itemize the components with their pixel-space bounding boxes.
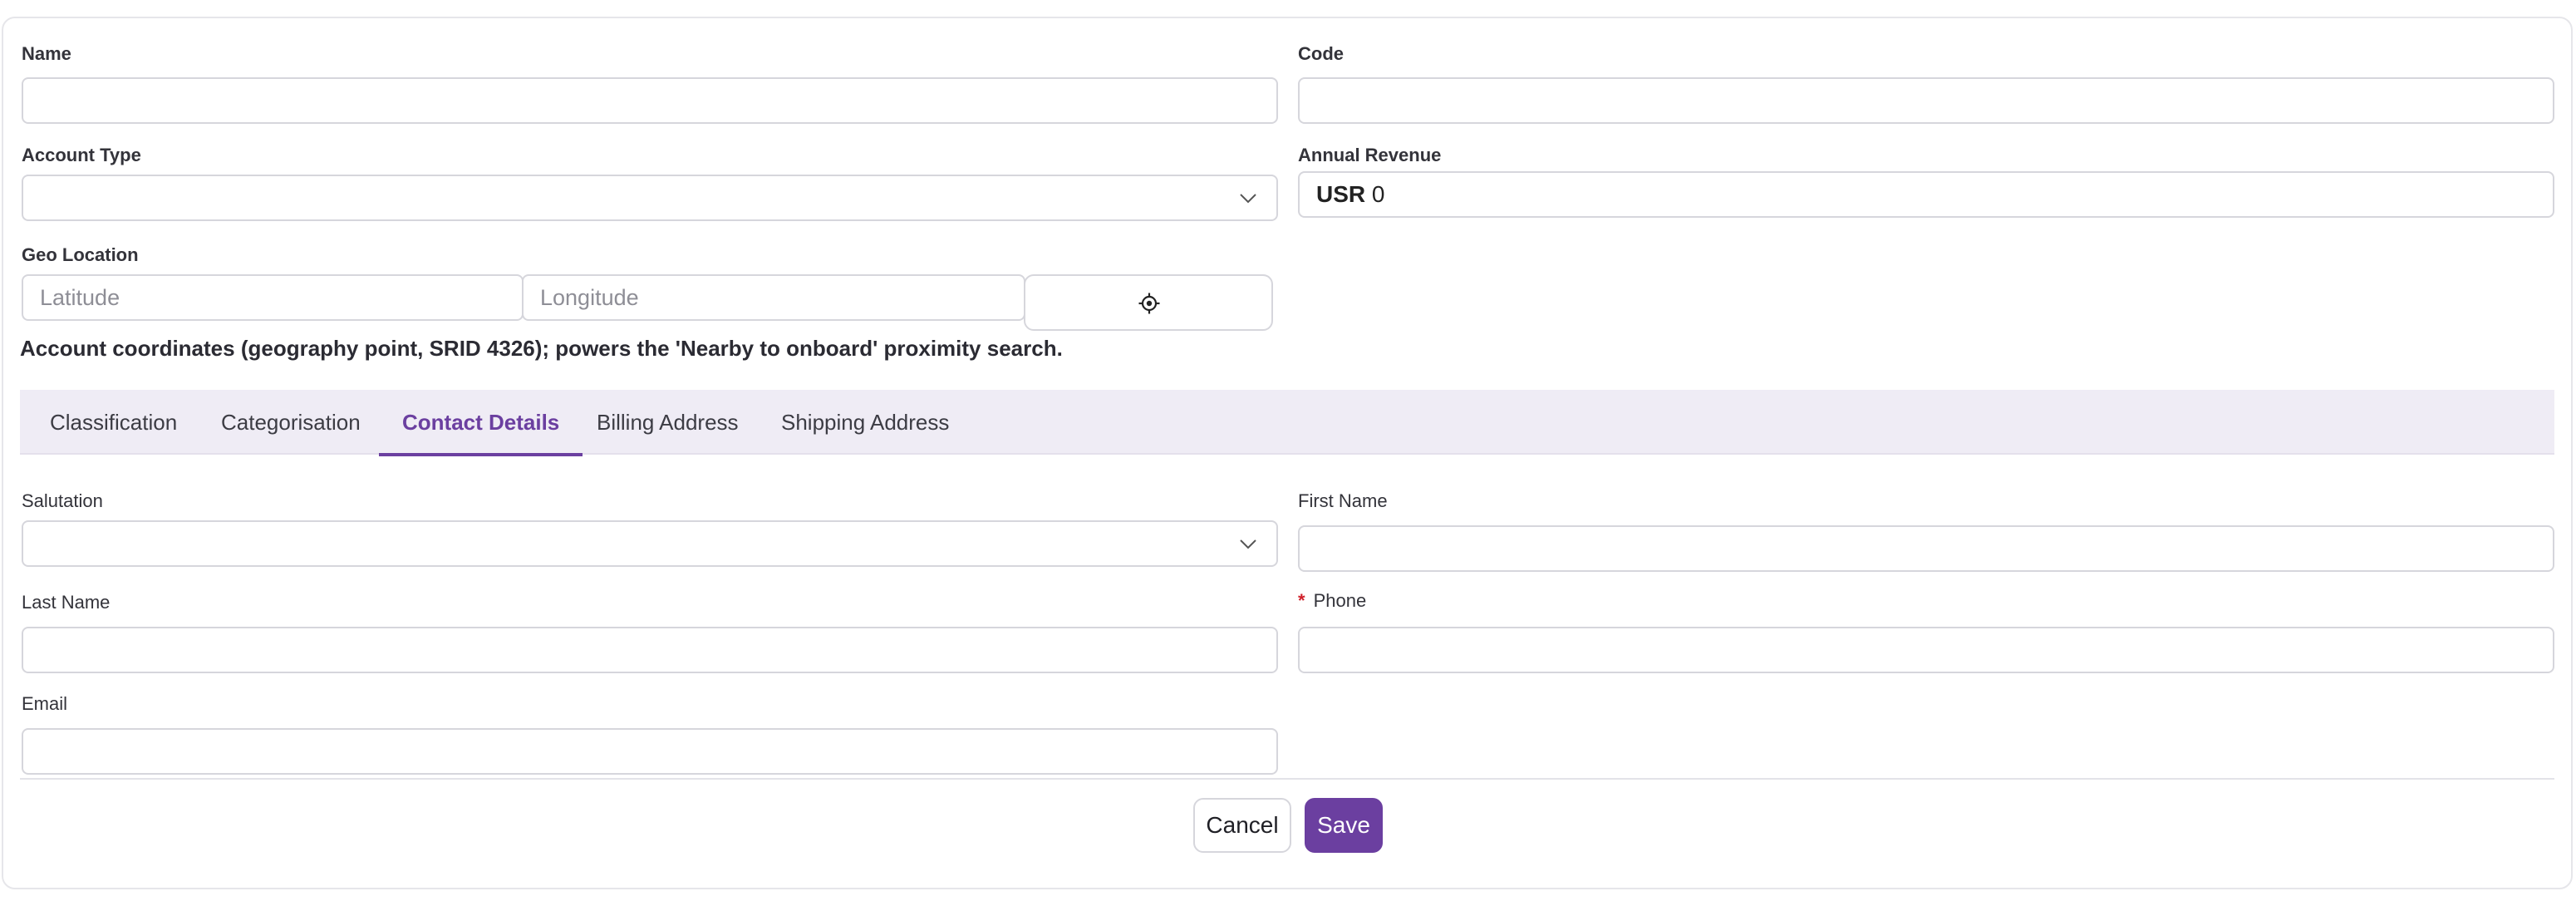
phone-label: Phone bbox=[1313, 590, 1367, 611]
crosshair-icon bbox=[1138, 293, 1160, 314]
salutation-select[interactable] bbox=[22, 520, 1278, 567]
currency-code: USR bbox=[1316, 181, 1366, 207]
phone-label-row: * Phone bbox=[1298, 590, 1366, 612]
annual-revenue-value: 0 bbox=[1371, 181, 1385, 207]
name-label: Name bbox=[22, 43, 71, 64]
tab-contact-details[interactable]: Contact Details bbox=[379, 390, 583, 456]
tab-shipping-address[interactable]: Shipping Address bbox=[758, 390, 972, 455]
footer-divider bbox=[20, 778, 2554, 780]
tab-categorisation[interactable]: Categorisation bbox=[198, 390, 384, 455]
longitude-placeholder: Longitude bbox=[540, 285, 639, 310]
cancel-button[interactable]: Cancel bbox=[1193, 798, 1291, 853]
email-label: Email bbox=[22, 693, 68, 714]
tab-bar: Classification Categorisation Contact De… bbox=[20, 390, 2554, 456]
tab-billing-address[interactable]: Billing Address bbox=[573, 390, 762, 455]
latitude-input[interactable]: Latitude bbox=[22, 274, 524, 321]
tab-classification[interactable]: Classification bbox=[27, 390, 200, 455]
first-name-label: First Name bbox=[1298, 490, 1388, 511]
last-name-input[interactable] bbox=[22, 627, 1278, 673]
code-input[interactable] bbox=[1298, 77, 2554, 124]
account-type-label: Account Type bbox=[22, 145, 141, 165]
geo-location-hint: Account coordinates (geography point, SR… bbox=[20, 336, 1063, 361]
annual-revenue-field-content: USR 0 bbox=[1316, 173, 1384, 216]
latitude-placeholder: Latitude bbox=[40, 285, 120, 310]
code-label: Code bbox=[1298, 43, 1344, 64]
name-input[interactable] bbox=[22, 77, 1278, 124]
chevron-down-icon bbox=[1240, 539, 1256, 549]
save-button[interactable]: Save bbox=[1305, 798, 1383, 853]
annual-revenue-label: Annual Revenue bbox=[1298, 145, 1442, 165]
longitude-input[interactable]: Longitude bbox=[522, 274, 1025, 321]
email-input[interactable] bbox=[22, 728, 1278, 775]
first-name-input[interactable] bbox=[1298, 525, 2554, 572]
geo-location-label: Geo Location bbox=[22, 244, 139, 265]
annual-revenue-input[interactable]: USR 0 bbox=[1298, 171, 2554, 218]
phone-input[interactable] bbox=[1298, 627, 2554, 673]
salutation-label: Salutation bbox=[22, 490, 103, 511]
required-marker: * bbox=[1298, 590, 1305, 611]
last-name-label: Last Name bbox=[22, 592, 111, 613]
locate-button[interactable] bbox=[1024, 274, 1273, 331]
chevron-down-icon bbox=[1240, 194, 1256, 204]
account-type-select[interactable] bbox=[22, 175, 1278, 221]
